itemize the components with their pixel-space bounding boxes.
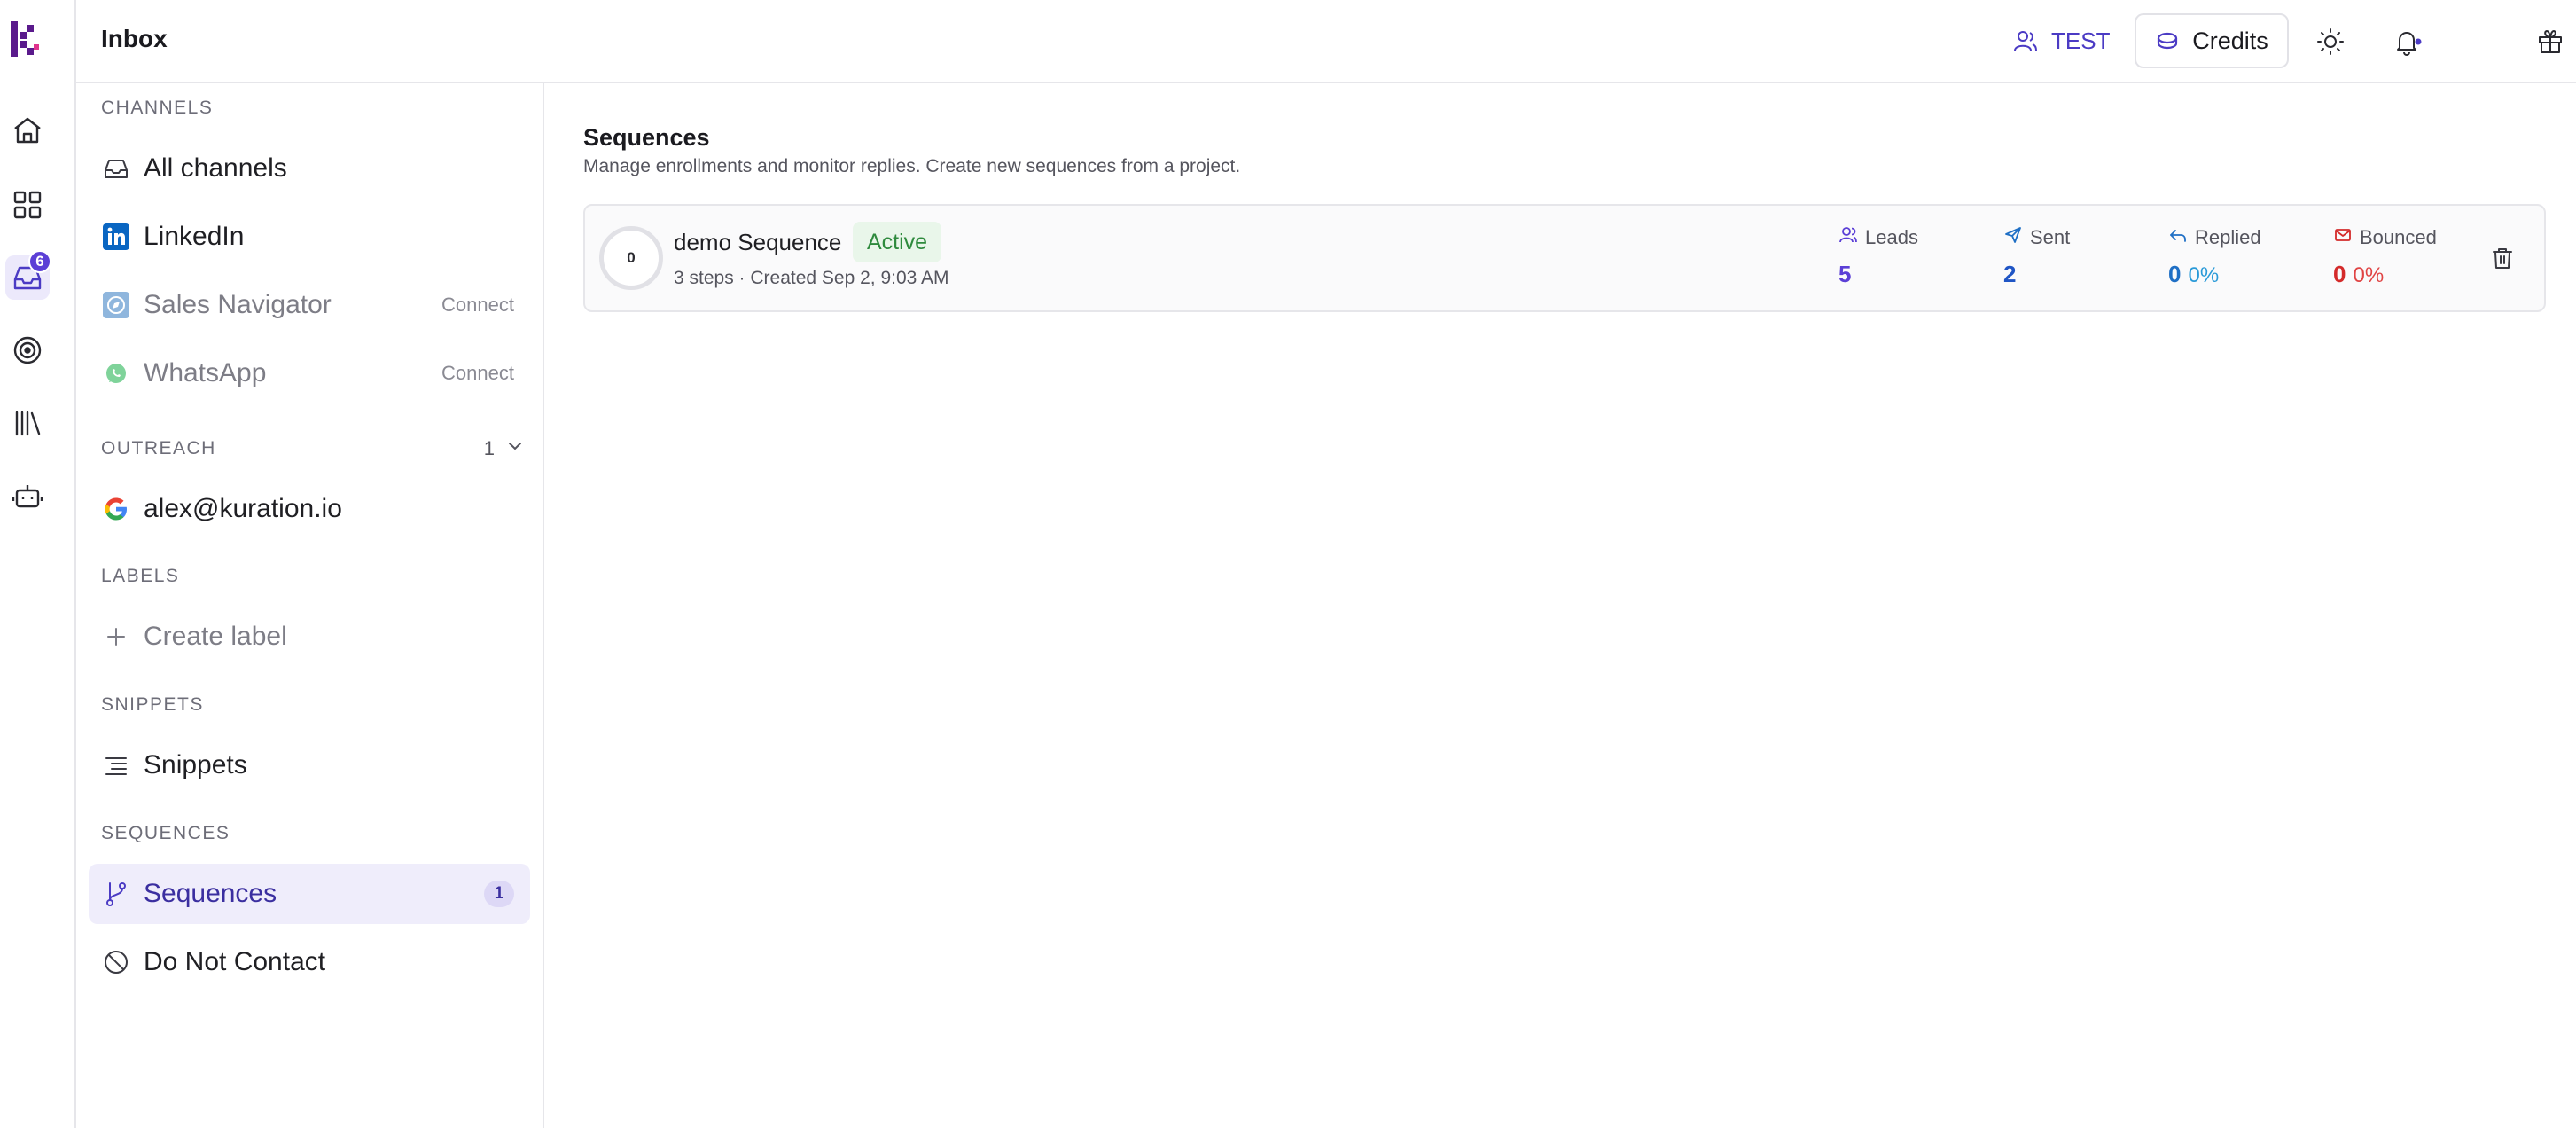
bounced-value: 0 <box>2333 261 2346 287</box>
channel-label: LinkedIn <box>144 222 245 251</box>
channel-label: All channels <box>144 153 287 183</box>
home-icon[interactable] <box>5 108 50 153</box>
theme-toggle-sun-icon[interactable] <box>2312 23 2349 60</box>
inbox-sidebar: CHANNELS All channels LinkedIn Sales Nav… <box>76 83 544 1128</box>
channel-label: Sales Navigator <box>144 290 332 319</box>
page-title: Inbox <box>101 25 168 52</box>
block-icon <box>101 947 131 977</box>
sequences-main: Sequences Manage enrollments and monitor… <box>544 83 2576 1128</box>
sequence-card[interactable]: 0 demo Sequence Active 3 steps · Created… <box>583 204 2546 312</box>
snippets-section-label: SNIPPETS <box>101 694 204 715</box>
bot-icon[interactable] <box>5 474 50 518</box>
delete-sequence-trash-icon[interactable] <box>2486 241 2519 275</box>
bounced-mail-icon <box>2333 225 2353 250</box>
stat-replied: Replied 0 0% <box>2168 225 2261 288</box>
sequences-label: Sequences <box>144 879 277 908</box>
outreach-account-label: alex@kuration.io <box>144 494 342 523</box>
inbox-count-badge: 6 <box>28 250 51 273</box>
snippets-list-icon <box>101 750 131 780</box>
app-logo[interactable] <box>9 20 44 60</box>
channel-whatsapp[interactable]: WhatsApp Connect <box>89 343 530 403</box>
sidebar-item-sequences[interactable]: Sequences 1 <box>89 864 530 924</box>
connect-whatsapp-link[interactable]: Connect <box>441 362 514 385</box>
labels-section-label: LABELS <box>101 566 180 586</box>
leads-users-icon <box>1838 225 1858 250</box>
sent-send-icon <box>2003 225 2023 250</box>
sequence-meta: 3 steps · Created Sep 2, 9:03 AM <box>674 268 949 288</box>
target-icon[interactable] <box>5 328 50 372</box>
left-rail: 6 <box>0 0 76 1128</box>
replied-label: Replied <box>2195 226 2261 248</box>
sidebar-item-do-not-contact[interactable]: Do Not Contact <box>89 932 530 992</box>
team-switcher[interactable]: TEST <box>2012 21 2110 60</box>
create-label-button[interactable]: Create label <box>89 607 530 667</box>
sales-navigator-compass-icon <box>101 290 131 320</box>
git-branch-icon <box>101 879 131 909</box>
snippets-label: Snippets <box>144 750 247 779</box>
credits-button[interactable]: Credits <box>2135 13 2289 68</box>
chevron-down-icon <box>505 436 525 461</box>
stat-leads: Leads 5 <box>1838 225 1918 288</box>
create-label-text: Create label <box>144 622 287 651</box>
stat-bounced: Bounced 0 0% <box>2333 225 2437 288</box>
sequences-count-badge: 1 <box>484 881 514 907</box>
plus-icon <box>101 622 131 652</box>
outreach-count: 1 <box>483 437 495 459</box>
sequence-progress-ring: 0 <box>599 226 663 290</box>
outreach-toggle[interactable]: 1 <box>484 436 525 461</box>
outreach-section-label: OUTREACH <box>101 438 216 458</box>
dashboard-icon[interactable] <box>5 183 50 227</box>
channel-linkedin[interactable]: LinkedIn <box>89 207 530 267</box>
status-badge: Active <box>853 222 942 262</box>
google-icon <box>101 494 131 524</box>
top-header: Inbox TEST Credits <box>76 0 2576 83</box>
reply-arrow-icon <box>2168 225 2188 250</box>
credits-label: Credits <box>2192 27 2268 54</box>
do-not-contact-label: Do Not Contact <box>144 947 326 976</box>
sequence-name: demo Sequence <box>674 229 842 255</box>
team-label: TEST <box>2051 27 2111 54</box>
inbox-tray-icon <box>101 153 131 184</box>
app-root: 6 Inbox TEST Credits CHANNELS All channe… <box>0 0 2576 1128</box>
channel-label: WhatsApp <box>144 358 267 388</box>
sent-value: 2 <box>2003 261 2017 287</box>
channel-sales-navigator[interactable]: Sales Navigator Connect <box>89 275 530 335</box>
sequences-section-label: SEQUENCES <box>101 823 230 843</box>
replied-percent: 0% <box>2188 263 2220 287</box>
bounced-percent: 0% <box>2353 263 2385 287</box>
main-subtitle: Manage enrollments and monitor replies. … <box>583 156 1241 176</box>
notifications-bell-icon[interactable] <box>2388 23 2425 60</box>
main-title: Sequences <box>583 124 710 151</box>
replied-value: 0 <box>2168 261 2182 287</box>
connect-sales-navigator-link[interactable]: Connect <box>441 294 514 317</box>
outreach-account-gmail[interactable]: alex@kuration.io <box>89 479 530 539</box>
stat-sent: Sent 2 <box>2003 225 2070 288</box>
bounced-label: Bounced <box>2360 226 2437 248</box>
channel-all-channels[interactable]: All channels <box>89 138 530 199</box>
sidebar-item-snippets[interactable]: Snippets <box>89 735 530 795</box>
linkedin-icon <box>101 222 131 252</box>
leads-value: 5 <box>1838 261 1852 287</box>
whatsapp-icon <box>101 358 131 388</box>
sent-label: Sent <box>2030 226 2071 248</box>
inbox-icon[interactable]: 6 <box>5 250 51 300</box>
library-icon[interactable] <box>5 401 50 445</box>
gift-icon[interactable] <box>2532 23 2569 60</box>
leads-label: Leads <box>1865 226 1918 248</box>
channels-section-label: CHANNELS <box>101 98 214 118</box>
